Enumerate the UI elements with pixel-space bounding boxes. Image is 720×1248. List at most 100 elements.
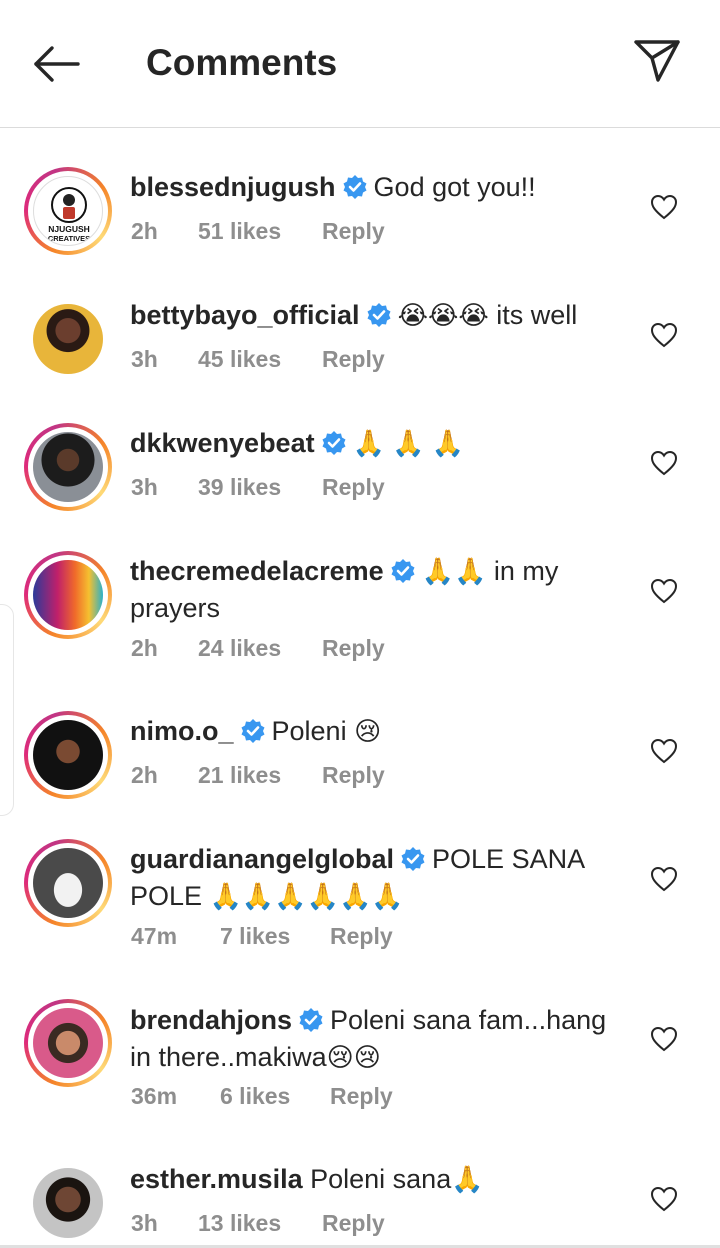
avatar[interactable] xyxy=(24,711,112,799)
reply-button[interactable]: Reply xyxy=(322,1210,385,1237)
avatar[interactable] xyxy=(24,999,112,1087)
heart-outline-icon xyxy=(650,1186,678,1212)
avatar[interactable] xyxy=(24,551,112,639)
verified-badge-icon xyxy=(390,558,416,592)
comment-username[interactable]: dkkwenyebeat xyxy=(130,428,315,458)
verified-badge-icon xyxy=(321,430,347,464)
verified-badge-icon xyxy=(366,302,392,336)
heart-outline-icon xyxy=(650,738,678,764)
avatar[interactable] xyxy=(24,839,112,927)
comment-username[interactable]: esther.musila xyxy=(130,1164,303,1194)
comment-time: 3h xyxy=(131,346,158,372)
comment-username[interactable]: thecremedelacreme xyxy=(130,556,384,586)
share-button[interactable] xyxy=(632,38,682,84)
like-button[interactable] xyxy=(650,194,678,220)
heart-outline-icon xyxy=(650,450,678,476)
comment-likes[interactable]: 45 likes xyxy=(198,346,322,373)
comment-emoji: 🙏🙏🙏🙏🙏🙏 xyxy=(209,881,404,911)
comment-time: 3h xyxy=(131,474,158,500)
comment-time: 3h xyxy=(131,1210,158,1236)
comment-text: thecremedelacreme 🙏🙏 in my prayers xyxy=(130,555,600,625)
comment-username[interactable]: nimo.o_ xyxy=(130,716,234,746)
reply-button[interactable]: Reply xyxy=(322,762,385,789)
comment-username[interactable]: blessednjugush xyxy=(130,172,336,202)
verified-badge-icon xyxy=(298,1007,324,1041)
page-title: Comments xyxy=(146,42,338,83)
comment-meta: 3h 39 likes Reply xyxy=(131,474,385,501)
comment-likes[interactable]: 13 likes xyxy=(198,1210,322,1237)
comment-text: nimo.o_ Poleni 😢 xyxy=(130,715,630,752)
comment-username[interactable]: brendahjons xyxy=(130,1005,292,1035)
comment-meta: 3h 45 likes Reply xyxy=(131,346,385,373)
paper-plane-icon xyxy=(634,40,680,82)
comment-text: blessednjugush God got you!! xyxy=(130,171,630,208)
reply-button[interactable]: Reply xyxy=(322,346,385,373)
comment-meta: 36m 6 likes Reply xyxy=(131,1083,393,1110)
comment-text: dkkwenyebeat 🙏 🙏 🙏 xyxy=(130,427,630,464)
like-button[interactable] xyxy=(650,866,678,892)
comment-text: brendahjons Poleni sana fam...hang in the… xyxy=(130,1004,620,1074)
heart-outline-icon xyxy=(650,1026,678,1052)
reply-button[interactable]: Reply xyxy=(330,923,393,950)
avatar[interactable]: NJUGUSH CREATIVES xyxy=(24,167,112,255)
reply-button[interactable]: Reply xyxy=(322,218,385,245)
comment-text: bettybayo_official 😭😭😭 its well xyxy=(130,299,630,336)
avatar[interactable] xyxy=(24,423,112,511)
comment-emoji: 🙏 xyxy=(451,1164,484,1194)
comment-likes[interactable]: 7 likes xyxy=(220,923,330,950)
comment-body: Poleni xyxy=(271,716,355,746)
comment-body: its well xyxy=(488,300,578,330)
comment-text: esther.musila Poleni sana🙏 xyxy=(130,1163,630,1196)
reply-button[interactable]: Reply xyxy=(322,474,385,501)
verified-badge-icon xyxy=(240,718,266,752)
heart-outline-icon xyxy=(650,866,678,892)
comment-emoji: 😢 xyxy=(354,716,382,746)
comment-time: 36m xyxy=(131,1083,178,1109)
njugush-logo: NJUGUSH CREATIVES xyxy=(48,187,90,243)
top-bar: Comments xyxy=(0,0,720,128)
comment-emoji: 🙏 🙏 🙏 xyxy=(352,428,465,458)
verified-badge-icon xyxy=(400,846,426,880)
comment-likes[interactable]: 51 likes xyxy=(198,218,322,245)
comment-meta: 2h 24 likes Reply xyxy=(131,635,385,662)
comment-time: 47m xyxy=(131,923,178,949)
svg-text:NJUGUSH: NJUGUSH xyxy=(48,224,90,234)
heart-outline-icon xyxy=(650,578,678,604)
comment-time: 2h xyxy=(131,218,158,244)
like-button[interactable] xyxy=(650,1026,678,1052)
avatar[interactable] xyxy=(24,295,112,383)
like-button[interactable] xyxy=(650,578,678,604)
comment-likes[interactable]: 24 likes xyxy=(198,635,322,662)
like-button[interactable] xyxy=(650,1186,678,1212)
comment-username[interactable]: guardianangelglobal xyxy=(130,844,394,874)
like-button[interactable] xyxy=(650,450,678,476)
comment-emoji: 😭😭😭 xyxy=(397,300,489,330)
reply-button[interactable]: Reply xyxy=(322,635,385,662)
comment-meta: 3h 13 likes Reply xyxy=(131,1210,385,1237)
comment-meta: 2h 51 likes Reply xyxy=(131,218,385,245)
comment-text: guardianangelglobal POLE SANA POLE 🙏🙏🙏🙏🙏🙏 xyxy=(130,843,600,913)
like-button[interactable] xyxy=(650,322,678,348)
heart-outline-icon xyxy=(650,194,678,220)
like-button[interactable] xyxy=(650,738,678,764)
heart-outline-icon xyxy=(650,322,678,348)
side-edge-handle xyxy=(0,604,14,816)
back-button[interactable] xyxy=(30,42,82,86)
svg-text:CREATIVES: CREATIVES xyxy=(48,234,90,243)
comment-time: 2h xyxy=(131,762,158,788)
comment-time: 2h xyxy=(131,635,158,661)
verified-badge-icon xyxy=(342,174,368,208)
comment-likes[interactable]: 21 likes xyxy=(198,762,322,789)
comment-username[interactable]: bettybayo_official xyxy=(130,300,360,330)
comment-likes[interactable]: 39 likes xyxy=(198,474,322,501)
comment-body: God got you!! xyxy=(373,172,536,202)
comment-body: Poleni sana xyxy=(310,1164,452,1194)
comment-meta: 2h 21 likes Reply xyxy=(131,762,385,789)
comment-meta: 47m 7 likes Reply xyxy=(131,923,393,950)
comment-emoji: 🙏🙏 xyxy=(421,556,487,586)
avatar[interactable] xyxy=(24,1159,112,1247)
arrow-left-icon xyxy=(34,46,80,82)
comment-likes[interactable]: 6 likes xyxy=(220,1083,330,1110)
comment-emoji: 😢😢 xyxy=(326,1042,381,1072)
reply-button[interactable]: Reply xyxy=(330,1083,393,1110)
